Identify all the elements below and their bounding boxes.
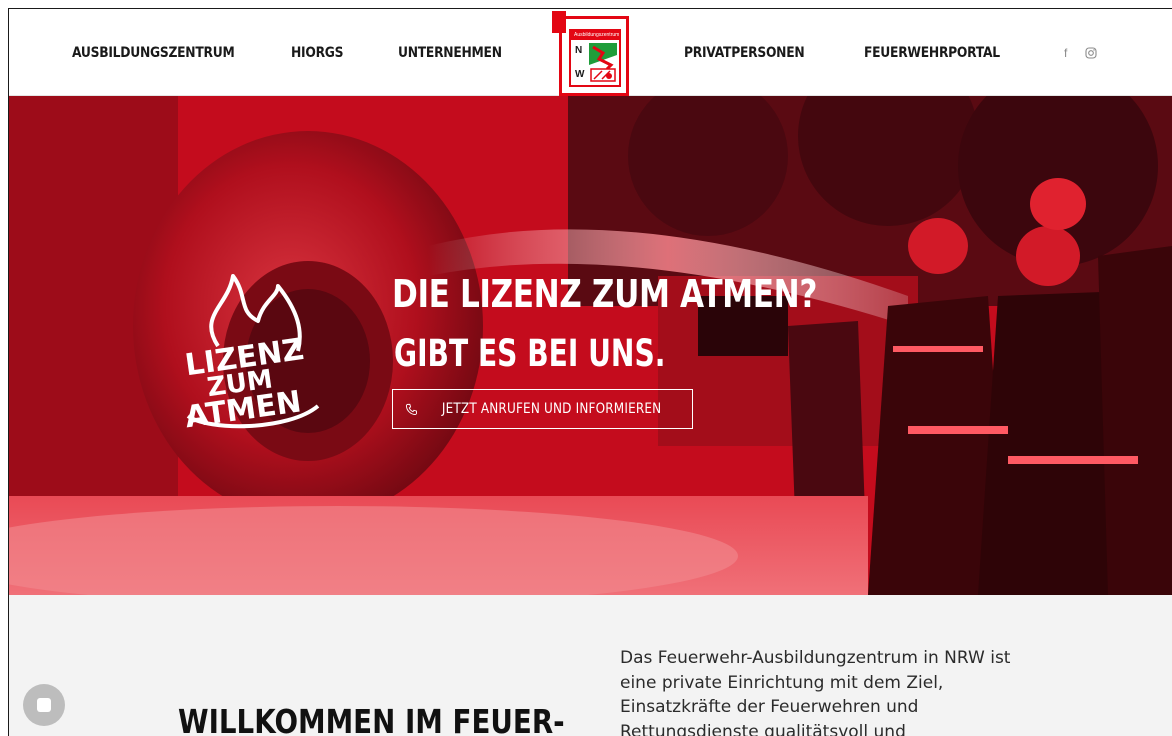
logo-top-text: Ausbildungszentrum (574, 32, 620, 38)
page-frame-left (0, 0, 8, 736)
logo-letter-n: N (575, 45, 583, 56)
cta-label: JETZT ANRUFEN UND INFORMIEREN (442, 401, 662, 417)
nav-ausbildungszentrum[interactable]: AUSBILDUNGSZENTRUM (72, 45, 235, 61)
site-logo[interactable]: Ausbildungszentrum N W (552, 11, 629, 96)
hero-title: DIE LIZENZ ZUM ATMEN? (392, 272, 817, 316)
facebook-icon[interactable]: f (1064, 46, 1067, 60)
phone-icon (406, 403, 418, 415)
hero-subtitle: GIBT ES BEI UNS. (394, 332, 666, 375)
nav-privatpersonen[interactable]: PRIVATPERSONEN (684, 45, 805, 61)
site-header: AUSBILDUNGSZENTRUM HIORGS UNTERNEHMEN Au… (8, 8, 1172, 96)
nav-feuerwehrportal[interactable]: FEUERWEHRPORTAL (864, 45, 1000, 61)
chat-icon (37, 698, 51, 712)
logo-red-corner (552, 11, 566, 33)
instagram-icon[interactable] (1085, 47, 1097, 62)
nav-hiorgs[interactable]: HIORGS (291, 45, 344, 61)
welcome-heading: WILLKOMMEN IM FEUER- (178, 702, 565, 736)
welcome-text: Das Feuerwehr-Ausbildungzentrum in NRW i… (620, 648, 1011, 736)
call-and-inform-button[interactable]: JETZT ANRUFEN UND INFORMIEREN (392, 389, 693, 429)
lizenz-zum-atmen-badge-icon: LIZENZ ZUM ATMEN (183, 274, 320, 435)
hero-banner: LIZENZ ZUM ATMEN DIE LIZENZ ZUM ATMEN? G… (8, 96, 1172, 595)
logo-top-bar: Ausbildungszentrum (571, 31, 619, 40)
page-frame-top (0, 0, 1172, 8)
welcome-section: WILLKOMMEN IM FEUER- Das Feuerwehr-Ausbi… (8, 595, 1172, 736)
logo-letter-w: W (575, 69, 585, 80)
logo-emblem-frame: Ausbildungszentrum N W (569, 29, 621, 87)
chat-widget-button[interactable] (23, 684, 65, 726)
page-border-top (8, 8, 1172, 9)
nav-unternehmen[interactable]: UNTERNEHMEN (398, 45, 502, 61)
page-border-left (8, 8, 9, 736)
nrw-emblem-icon (589, 43, 617, 83)
